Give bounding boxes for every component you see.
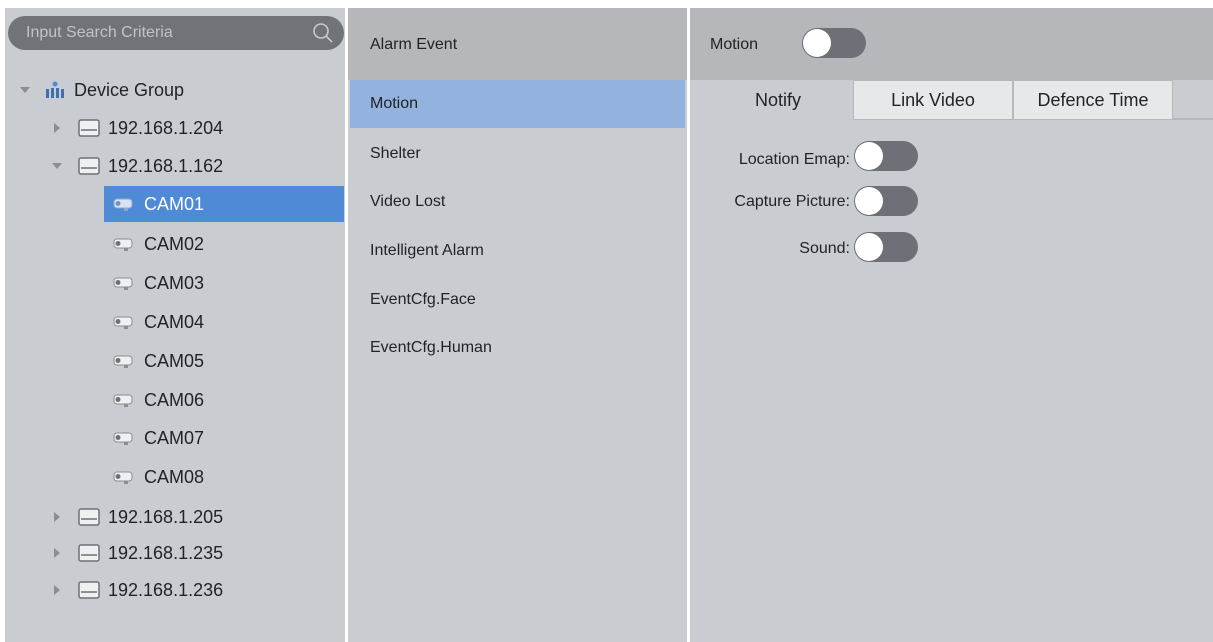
alarm-item-video-lost[interactable]: Video Lost (350, 178, 685, 226)
tree-device-label: 192.168.1.235 (108, 542, 224, 563)
nvr-device-icon (78, 119, 100, 137)
tree-root-label: Device Group (74, 79, 185, 100)
collapse-triangle-icon[interactable] (20, 85, 30, 95)
tree-camera-label: CAM03 (144, 272, 205, 293)
settings-tabbar: Notify Link Video Defence Time (690, 80, 1213, 120)
alarm-item-human[interactable]: EventCfg.Human (350, 324, 685, 372)
tree-camera-label: CAM06 (144, 389, 205, 410)
tree-camera-label: CAM08 (144, 466, 205, 487)
location-emap-toggle[interactable] (854, 141, 918, 171)
collapse-triangle-icon[interactable] (52, 161, 62, 171)
expand-triangle-icon[interactable] (52, 585, 62, 595)
camera-icon (113, 355, 133, 368)
option-label-sound: Sound: (799, 240, 850, 257)
toggle-knob (803, 29, 831, 57)
tree-camera-label: CAM02 (144, 233, 205, 254)
nvr-device-icon (78, 581, 100, 599)
expand-triangle-icon[interactable] (52, 512, 62, 522)
camera-icon (113, 277, 133, 290)
tree-root-device-group[interactable]: Device Group (20, 72, 184, 108)
alarm-item-face[interactable]: EventCfg.Face (350, 276, 685, 324)
camera-icon (113, 394, 133, 407)
alarm-item-motion[interactable]: Motion (350, 80, 685, 128)
tree-camera-row[interactable]: CAM05 (110, 343, 204, 379)
device-group-icon (46, 81, 64, 98)
tree-camera-row[interactable]: CAM04 (110, 304, 204, 340)
tree-camera-label: CAM01 (144, 193, 205, 214)
tree-camera-label: CAM07 (144, 427, 205, 448)
camera-icon (113, 471, 133, 484)
search-box[interactable] (8, 16, 344, 50)
nvr-device-icon (78, 157, 100, 175)
expand-triangle-icon[interactable] (52, 123, 62, 133)
tree-camera-row[interactable]: CAM07 (110, 420, 204, 456)
tree-device-label: 192.168.1.204 (108, 117, 224, 138)
settings-title: Motion (710, 36, 759, 53)
camera-icon (113, 432, 133, 445)
tree-camera-row[interactable]: CAM02 (110, 226, 204, 262)
tree-device-row[interactable]: 192.168.1.205 (52, 499, 223, 535)
tree-device-row[interactable]: 192.168.1.204 (52, 110, 223, 146)
alarm-config-window: Device Group 192.168.1.204 192.168.1.162… (0, 0, 1213, 642)
tab-strip-divider (1173, 118, 1213, 120)
tree-camera-row[interactable]: CAM06 (110, 382, 204, 418)
tree-device-label: 192.168.1.236 (108, 579, 224, 600)
tree-camera-row[interactable]: CAM08 (110, 459, 204, 495)
tree-camera-label: CAM05 (144, 350, 205, 371)
option-label-capture-picture: Capture Picture: (734, 193, 850, 210)
tree-camera-row[interactable]: CAM03 (110, 265, 204, 301)
alarm-item-intelligent-alarm[interactable]: Intelligent Alarm (350, 227, 685, 275)
tab-link-video[interactable]: Link Video (853, 80, 1013, 120)
alarm-event-header-label: Alarm Event (370, 36, 458, 53)
tree-camera-row-selected[interactable]: CAM01 (104, 186, 344, 222)
search-input[interactable] (8, 16, 298, 50)
tab-notify[interactable]: Notify (698, 80, 858, 120)
nvr-device-icon (78, 508, 100, 526)
tree-camera-label: CAM04 (144, 311, 205, 332)
sound-toggle[interactable] (854, 232, 918, 262)
capture-picture-toggle[interactable] (854, 186, 918, 216)
search-icon[interactable] (312, 22, 334, 44)
tree-device-row[interactable]: 192.168.1.162 (52, 148, 223, 184)
nvr-device-icon (78, 544, 100, 562)
tree-device-label: 192.168.1.205 (108, 506, 224, 527)
alarm-event-header: Alarm Event (348, 8, 687, 80)
camera-icon (113, 316, 133, 329)
camera-icon (113, 238, 133, 251)
expand-triangle-icon[interactable] (52, 548, 62, 558)
toggle-knob (855, 142, 883, 170)
camera-icon (113, 198, 133, 211)
toggle-knob (855, 233, 883, 261)
tree-device-row[interactable]: 192.168.1.236 (52, 572, 223, 608)
toggle-knob (855, 187, 883, 215)
tree-device-label: 192.168.1.162 (108, 155, 224, 176)
motion-enable-toggle[interactable] (802, 28, 866, 58)
option-label-location-emap: Location Emap: (738, 151, 850, 168)
settings-header: Motion (690, 8, 1213, 80)
alarm-item-shelter[interactable]: Shelter (350, 130, 685, 178)
tree-device-row[interactable]: 192.168.1.235 (52, 535, 223, 571)
tab-defence-time[interactable]: Defence Time (1013, 80, 1173, 120)
